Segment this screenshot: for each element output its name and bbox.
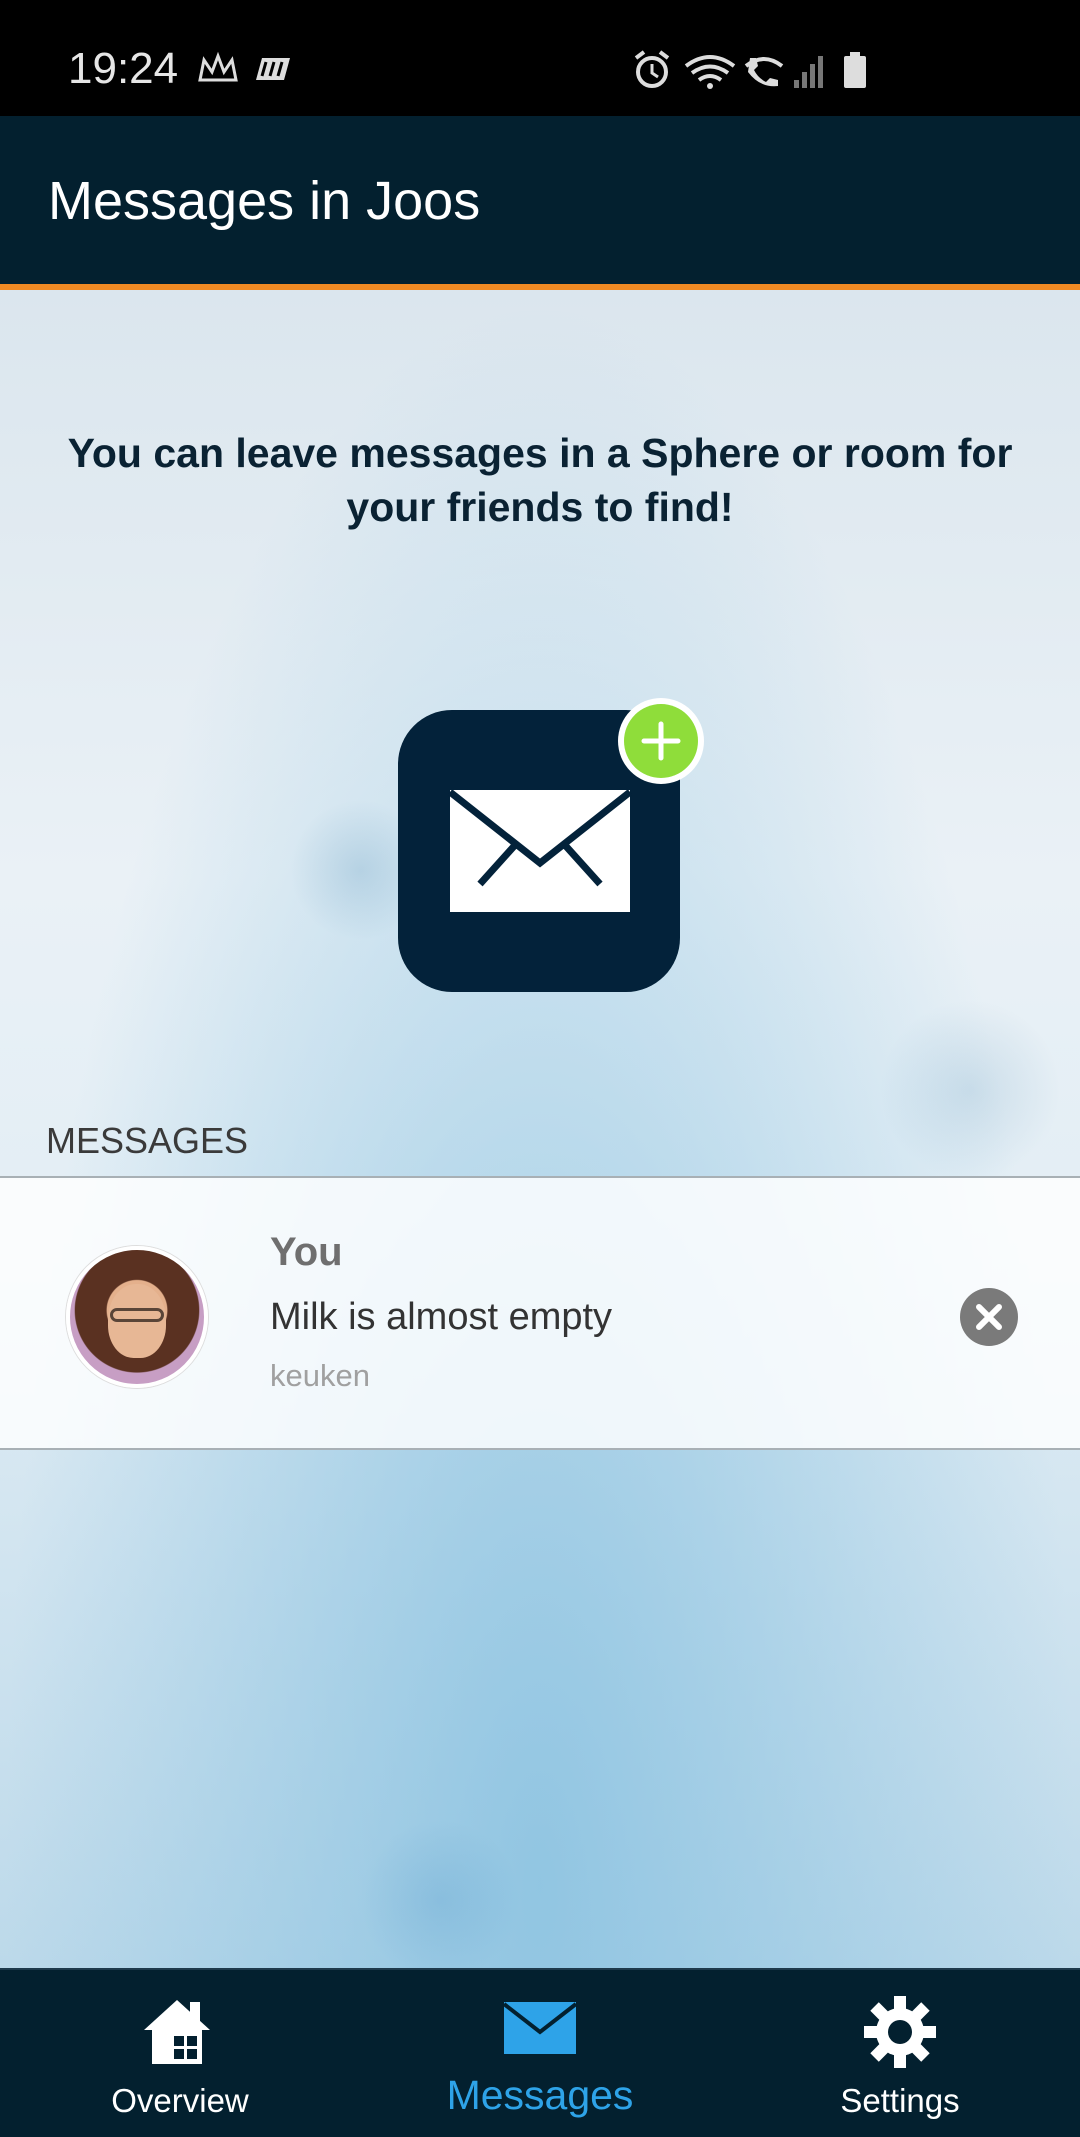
message-author: You [270, 1230, 343, 1274]
battery-icon [844, 52, 866, 88]
signal-icon [794, 56, 823, 88]
wifi-call-icon [744, 57, 784, 87]
bottom-tab-bar: Overview Messages Settings [0, 1968, 1080, 2137]
close-icon [976, 1304, 1002, 1330]
gear-icon [864, 1996, 936, 2068]
plus-icon [624, 704, 698, 778]
message-text: Milk is almost empty [270, 1296, 613, 1338]
status-bar: 19:24 [0, 0, 1080, 116]
app-notification-icon [256, 58, 290, 80]
message-location: keuken [270, 1358, 370, 1393]
status-left-icons [196, 50, 296, 95]
page-title: Messages in Joos [48, 171, 481, 231]
avatar-glasses [110, 1308, 164, 1322]
messages-content: You can leave messages in a Sphere or ro… [0, 290, 1080, 1968]
message-item[interactable]: You Milk is almost empty keuken [0, 1176, 1080, 1450]
tab-overview[interactable]: Overview [0, 1970, 360, 2137]
status-right-icons [630, 48, 870, 97]
tab-messages[interactable]: Messages [360, 1970, 720, 2137]
add-message-badge[interactable] [618, 698, 704, 784]
status-time: 19:24 [68, 44, 179, 93]
mail-icon [502, 2002, 578, 2054]
tab-settings-label: Settings [840, 2082, 960, 2119]
messages-section-header: MESSAGES [46, 1120, 249, 1161]
app-header: Messages in Joos [0, 116, 1080, 290]
wifi-icon [684, 55, 736, 89]
avatar [66, 1246, 208, 1388]
intro-text: You can leave messages in a Sphere or ro… [67, 430, 1013, 530]
tab-overview-label: Overview [111, 2082, 249, 2119]
home-icon [144, 2000, 210, 2064]
tab-messages-label: Messages [446, 2072, 634, 2118]
tab-settings[interactable]: Settings [720, 1970, 1080, 2137]
alarm-icon [634, 50, 670, 88]
delete-message-button[interactable] [960, 1288, 1018, 1346]
crown-icon [198, 51, 238, 82]
